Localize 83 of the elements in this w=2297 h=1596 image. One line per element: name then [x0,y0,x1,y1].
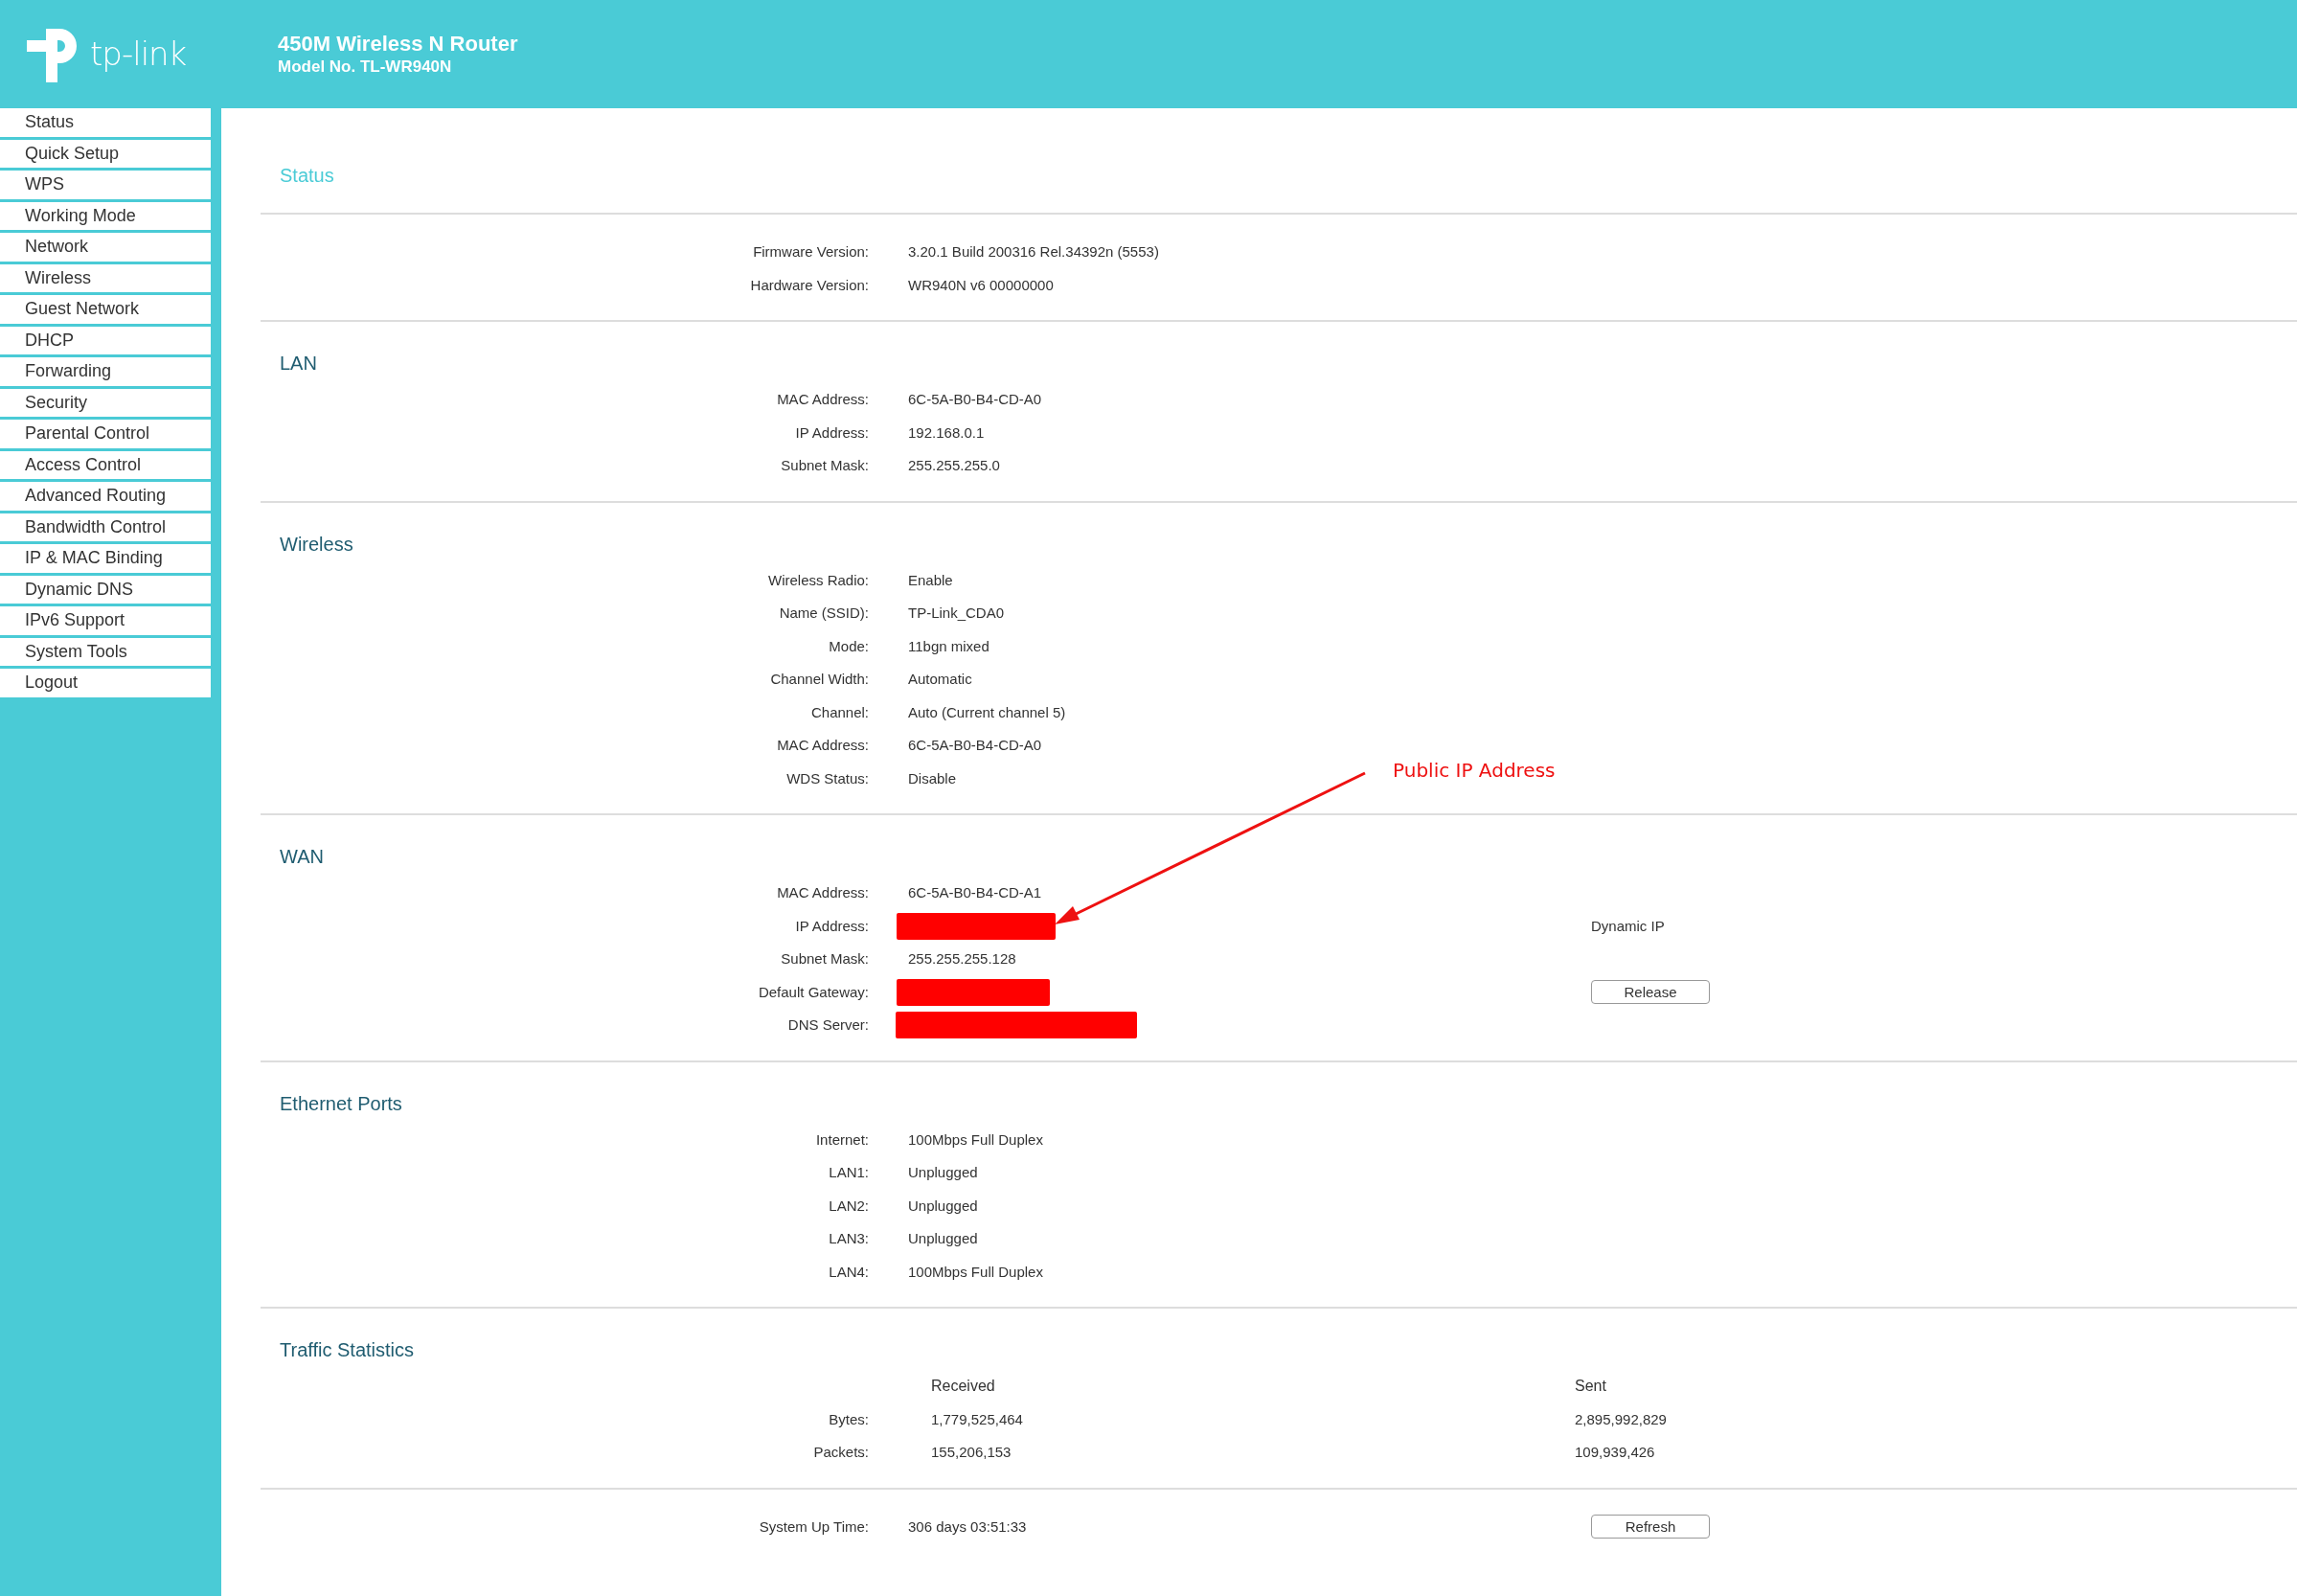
field-value: 6C-5A-B0-B4-CD-A0 [908,737,1042,753]
column-header: Sent [1575,1378,1606,1395]
field-label: Internet: [815,1130,869,1148]
connection-type: Dynamic IP [1591,917,1665,934]
field-label: Subnet Mask: [781,457,869,473]
section-title: WAN [279,845,325,869]
field-value: WR940N v6 00000000 [908,276,1054,293]
sidebar-item[interactable]: DHCP [0,326,211,354]
action-button[interactable]: Release [1591,980,1710,1005]
field-value: Enable [908,571,953,588]
section-title: Ethernet Ports [279,1091,403,1116]
sidebar-item[interactable]: Logout [0,669,211,697]
field-label: WDS Status: [786,769,869,787]
sidebar-item[interactable]: Parental Control [0,420,211,448]
section-title: Wireless [279,532,354,557]
field-value: Unplugged [908,1164,978,1180]
field-value: Unplugged [908,1197,978,1214]
sidebar-item[interactable]: Advanced Routing [0,482,211,511]
field-label: Channel: [810,703,869,720]
field-value: 100Mbps Full Duplex [908,1130,1043,1148]
field-label: Name (SSID): [779,604,869,621]
field-label: IP Address: [795,917,869,934]
field-label: Default Gateway: [758,983,869,1000]
sidebar-item[interactable]: Bandwidth Control [0,513,211,541]
column-header: Received [931,1378,995,1395]
field-label: LAN1: [829,1164,869,1180]
field-value: Unplugged [908,1230,978,1246]
field-label: Channel Width: [770,671,869,687]
field-value: 100Mbps Full Duplex [908,1263,1043,1280]
field-value: 3.20.1 Build 200316 Rel.34392n (5553) [908,243,1159,260]
sidebar-item[interactable]: Security [0,388,211,417]
field-label: Wireless Radio: [767,571,869,588]
page-title: Status [279,164,335,188]
sidebar-item[interactable]: WPS [0,171,211,199]
field-value: 255.255.255.0 [908,457,1000,473]
annotation-text: Public IP Address [1393,758,1556,784]
sidebar-item[interactable]: System Tools [0,637,211,666]
field-label: Packets: [813,1444,869,1460]
field-label: Hardware Version: [750,276,869,293]
field-label: Mode: [829,637,869,654]
sidebar-item[interactable]: Wireless [0,263,211,292]
field-value: TP-Link_CDA0 [908,604,1005,621]
field-value: 306 days 03:51:33 [908,1517,1027,1535]
field-label: System Up Time: [759,1517,869,1535]
model-number: Model No. TL-WR940N [278,57,453,77]
sidebar-item[interactable]: IPv6 Support [0,606,211,635]
field-value: 192.168.0.1 [908,423,985,441]
sidebar-item[interactable]: Forwarding [0,357,211,386]
field-label: IP Address: [795,423,869,441]
field-label: MAC Address: [777,884,869,901]
field-value: 6C-5A-B0-B4-CD-A0 [908,391,1042,407]
field-label: MAC Address: [777,737,869,753]
field-value: 255.255.255.128 [908,950,1016,967]
sidebar-item[interactable]: IP & MAC Binding [0,544,211,573]
field-label: DNS Server: [787,1016,869,1033]
section-title: Traffic Statistics [279,1338,416,1362]
field-label: Firmware Version: [753,243,869,260]
sidebar-item[interactable]: Dynamic DNS [0,575,211,604]
field-value: Auto (Current channel 5) [908,703,1066,720]
sidebar-item[interactable]: Working Mode [0,201,211,230]
field-value: Automatic [908,671,972,687]
field-value: 6C-5A-B0-B4-CD-A1 [908,884,1042,901]
field-value: 1,779,525,464 [931,1410,1023,1427]
field-label: LAN3: [829,1230,869,1246]
field-label: MAC Address: [777,391,869,407]
field-value: 11bgn mixed [908,637,989,654]
logo-text: tp-link [90,34,187,75]
field-label: LAN4: [829,1263,869,1280]
router-title: 450M Wireless N Router [278,32,518,57]
field-label: LAN2: [829,1197,869,1214]
field-label: Bytes: [829,1410,869,1427]
field-label: Subnet Mask: [781,950,869,967]
sidebar-item[interactable]: Access Control [0,450,211,479]
section-title: LAN [279,352,318,376]
sidebar-item[interactable]: Quick Setup [0,139,211,168]
field-value: 2,895,992,829 [1575,1410,1667,1427]
field-value: 109,939,426 [1575,1444,1655,1460]
sidebar-item[interactable]: Status [0,108,211,137]
sidebar-item[interactable]: Guest Network [0,295,211,324]
field-value: Disable [908,769,957,787]
field-value: 155,206,153 [931,1444,1012,1460]
action-button[interactable]: Refresh [1591,1515,1710,1539]
sidebar-item[interactable]: Network [0,233,211,262]
